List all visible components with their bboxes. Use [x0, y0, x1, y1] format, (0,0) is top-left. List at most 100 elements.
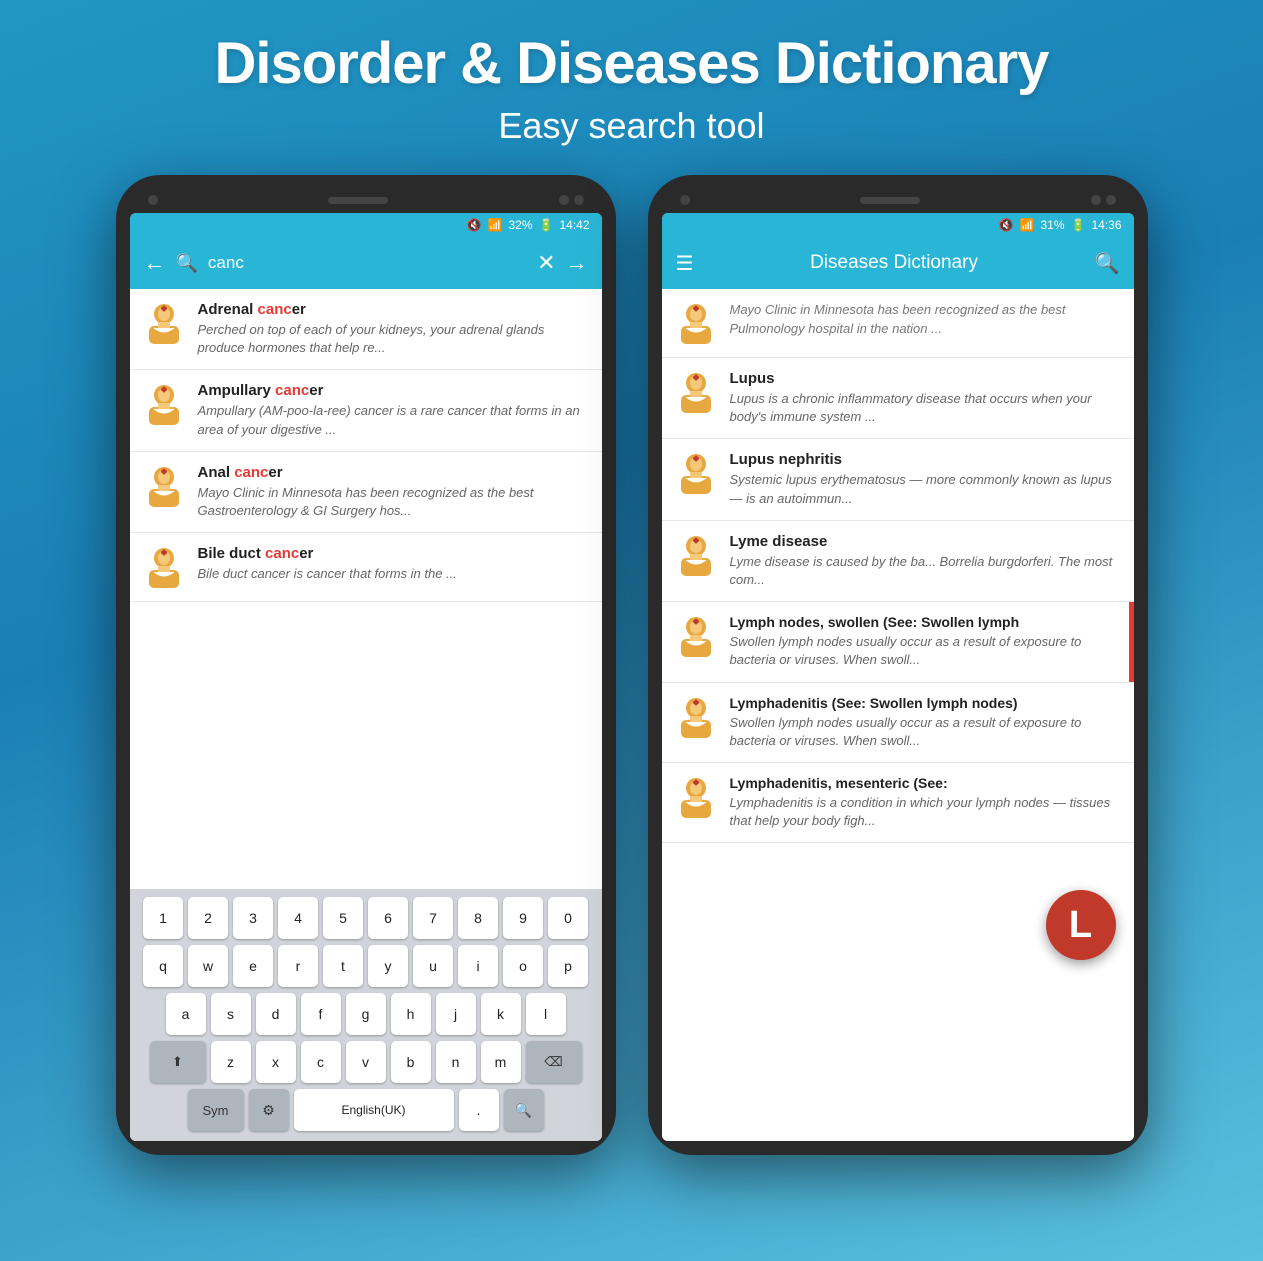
keyboard: 1 2 3 4 5 6 7 8 9 0 q w e r t y: [130, 889, 602, 1141]
doctor-avatar-svg: [145, 383, 183, 425]
key-gear[interactable]: ⚙: [249, 1089, 289, 1131]
disease-content: Mayo Clinic in Minnesota has been recogn…: [730, 301, 1122, 339]
key-m[interactable]: m: [481, 1041, 521, 1083]
disease-title: Bile duct cancer: [198, 545, 590, 562]
key-r[interactable]: r: [278, 945, 318, 987]
key-search[interactable]: 🔍: [504, 1089, 544, 1131]
disease-content: Bile duct cancer Bile duct cancer is can…: [198, 545, 590, 583]
key-n[interactable]: n: [436, 1041, 476, 1083]
key-4[interactable]: 4: [278, 897, 318, 939]
disease-content: Lyme disease Lyme disease is caused by t…: [730, 533, 1122, 589]
key-9[interactable]: 9: [503, 897, 543, 939]
key-e[interactable]: e: [233, 945, 273, 987]
avatar: [142, 301, 186, 345]
phones-container: 🔇 📶 32% 🔋 14:42 ← 🔍 ✕ →: [116, 175, 1148, 1155]
title-prefix: Bile duct: [198, 545, 266, 562]
disease-desc: Lyme disease is caused by the ba... Borr…: [730, 553, 1122, 589]
key-l[interactable]: l: [526, 993, 566, 1035]
list-item[interactable]: Lymphadenitis (See: Swollen lymph nodes)…: [662, 683, 1134, 763]
avatar: [142, 464, 186, 508]
list-item[interactable]: Lupus Lupus is a chronic inflammatory di…: [662, 358, 1134, 439]
menu-button[interactable]: ☰: [676, 251, 694, 276]
key-d[interactable]: d: [256, 993, 296, 1035]
key-c[interactable]: c: [301, 1041, 341, 1083]
avatar: [674, 301, 718, 345]
key-8[interactable]: 8: [458, 897, 498, 939]
dots-right: [1091, 195, 1116, 205]
doctor-avatar-svg: [677, 302, 715, 344]
list-item[interactable]: Ampullary cancer Ampullary (AM-poo-la-re…: [130, 370, 602, 451]
doctor-avatar-svg: [145, 465, 183, 507]
list-item[interactable]: Lymph nodes, swollen (See: Swollen lymph…: [662, 602, 1134, 682]
key-y[interactable]: y: [368, 945, 408, 987]
doctor-avatar-svg: [677, 371, 715, 413]
doctor-avatar-svg: [145, 302, 183, 344]
time-right: 14:36: [1091, 218, 1121, 232]
signal-icon-left: 📶: [488, 218, 503, 232]
doctor-avatar-svg: [677, 776, 715, 818]
mute-icon-left: 🔇: [467, 218, 482, 232]
key-q[interactable]: q: [143, 945, 183, 987]
list-item[interactable]: Adrenal cancer Perched on top of each of…: [130, 289, 602, 370]
dot2-left: [574, 195, 584, 205]
back-button[interactable]: ←: [144, 250, 166, 276]
status-bar-right: 🔇 📶 31% 🔋 14:36: [662, 213, 1134, 237]
main-title: Disorder & Diseases Dictionary: [215, 30, 1049, 97]
key-f[interactable]: f: [301, 993, 341, 1035]
key-3[interactable]: 3: [233, 897, 273, 939]
key-t[interactable]: t: [323, 945, 363, 987]
key-j[interactable]: j: [436, 993, 476, 1035]
key-h[interactable]: h: [391, 993, 431, 1035]
search-input[interactable]: [208, 253, 527, 273]
key-sym[interactable]: Sym: [188, 1089, 244, 1131]
search-app-bar: ← 🔍 ✕ →: [130, 237, 602, 289]
battery-pct-right: 31%: [1040, 218, 1064, 232]
key-backspace[interactable]: ⌫: [526, 1041, 582, 1083]
float-bubble-l[interactable]: L: [1046, 890, 1116, 960]
key-lang[interactable]: English(UK): [294, 1089, 454, 1131]
disease-title: Lupus: [730, 370, 1122, 387]
list-item[interactable]: Lyme disease Lyme disease is caused by t…: [662, 521, 1134, 602]
key-shift[interactable]: ⬆: [150, 1041, 206, 1083]
key-k[interactable]: k: [481, 993, 521, 1035]
key-w[interactable]: w: [188, 945, 228, 987]
list-item[interactable]: Anal cancer Mayo Clinic in Minnesota has…: [130, 452, 602, 533]
list-item[interactable]: Lymphadenitis, mesenteric (See: Lymphade…: [662, 763, 1134, 843]
key-o[interactable]: o: [503, 945, 543, 987]
list-item[interactable]: Mayo Clinic in Minnesota has been recogn…: [662, 289, 1134, 358]
keyboard-row-q: q w e r t y u i o p: [134, 945, 598, 987]
key-1[interactable]: 1: [143, 897, 183, 939]
key-2[interactable]: 2: [188, 897, 228, 939]
search-button-right[interactable]: 🔍: [1095, 251, 1120, 276]
key-6[interactable]: 6: [368, 897, 408, 939]
key-p[interactable]: p: [548, 945, 588, 987]
list-item[interactable]: Lupus nephritis Systemic lupus erythemat…: [662, 439, 1134, 520]
disease-title: Anal cancer: [198, 464, 590, 481]
key-s[interactable]: s: [211, 993, 251, 1035]
disease-title: Ampullary cancer: [198, 382, 590, 399]
key-i[interactable]: i: [458, 945, 498, 987]
disease-content: Ampullary cancer Ampullary (AM-poo-la-re…: [198, 382, 590, 438]
disease-title: Lymphadenitis (See: Swollen lymph nodes): [730, 695, 1122, 711]
list-item[interactable]: Bile duct cancer Bile duct cancer is can…: [130, 533, 602, 602]
key-g[interactable]: g: [346, 993, 386, 1035]
key-v[interactable]: v: [346, 1041, 386, 1083]
key-5[interactable]: 5: [323, 897, 363, 939]
clear-button[interactable]: ✕: [537, 250, 555, 276]
title-prefix: Anal: [198, 464, 235, 481]
disease-desc: Perched on top of each of your kidneys, …: [198, 321, 590, 357]
key-0[interactable]: 0: [548, 897, 588, 939]
forward-button[interactable]: →: [566, 250, 588, 276]
disease-content: Lymphadenitis (See: Swollen lymph nodes)…: [730, 695, 1122, 750]
key-period[interactable]: .: [459, 1089, 499, 1131]
disease-title: Adrenal cancer: [198, 301, 590, 318]
disease-content: Lupus Lupus is a chronic inflammatory di…: [730, 370, 1122, 426]
key-7[interactable]: 7: [413, 897, 453, 939]
key-a[interactable]: a: [166, 993, 206, 1035]
phone-left: 🔇 📶 32% 🔋 14:42 ← 🔍 ✕ →: [116, 175, 616, 1155]
key-u[interactable]: u: [413, 945, 453, 987]
disease-desc: Swollen lymph nodes usually occur as a r…: [730, 714, 1122, 750]
key-x[interactable]: x: [256, 1041, 296, 1083]
key-z[interactable]: z: [211, 1041, 251, 1083]
key-b[interactable]: b: [391, 1041, 431, 1083]
